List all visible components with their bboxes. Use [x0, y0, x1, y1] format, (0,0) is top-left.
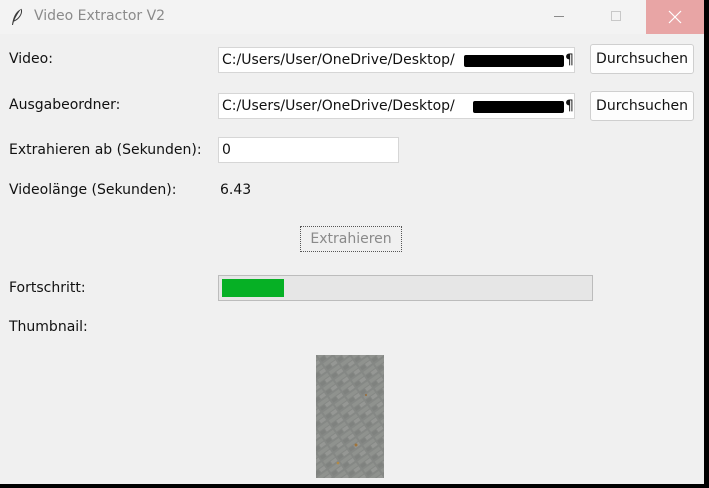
thumbnail-label: Thumbnail:	[9, 319, 88, 335]
video-label: Video:	[9, 51, 53, 67]
progress-fill	[222, 279, 284, 297]
output-browse-button[interactable]: Durchsuchen	[590, 91, 694, 121]
window-title: Video Extractor V2	[34, 8, 166, 24]
start-seconds-input[interactable]: 0	[218, 137, 399, 163]
video-length-value: 6.43	[220, 182, 252, 198]
feather-icon	[12, 8, 22, 25]
app-window: Video Extractor V2 Video: C:/Users/User/…	[0, 0, 704, 484]
start-seconds-label: Extrahieren ab (Sekunden):	[9, 142, 202, 158]
output-path-suffix: ¶I	[565, 98, 574, 114]
title-bar[interactable]: Video Extractor V2	[0, 0, 704, 34]
output-path-text: C:/Users/User/OneDrive/Desktop/	[222, 98, 455, 114]
maximize-button[interactable]	[588, 0, 646, 34]
thumbnail-image	[316, 355, 384, 478]
progress-bar	[218, 275, 593, 301]
start-seconds-value: 0	[222, 142, 231, 158]
output-folder-label: Ausgabeordner:	[9, 97, 121, 113]
progress-label: Fortschritt:	[9, 280, 86, 296]
video-browse-button[interactable]: Durchsuchen	[590, 44, 694, 74]
extract-button[interactable]: Extrahieren	[300, 226, 402, 252]
video-path-text: C:/Users/User/OneDrive/Desktop/	[222, 52, 455, 68]
close-icon	[668, 10, 682, 24]
video-length-label: Videolänge (Sekunden):	[9, 182, 177, 198]
minimize-button[interactable]	[530, 0, 588, 34]
video-path-suffix: ¶I	[565, 52, 574, 68]
redaction-bar	[464, 55, 564, 67]
output-folder-input[interactable]: C:/Users/User/OneDrive/Desktop/ ¶I	[218, 93, 575, 119]
close-button[interactable]	[646, 0, 704, 34]
video-path-input[interactable]: C:/Users/User/OneDrive/Desktop/ ¶I	[218, 47, 575, 73]
redaction-bar	[473, 101, 564, 113]
